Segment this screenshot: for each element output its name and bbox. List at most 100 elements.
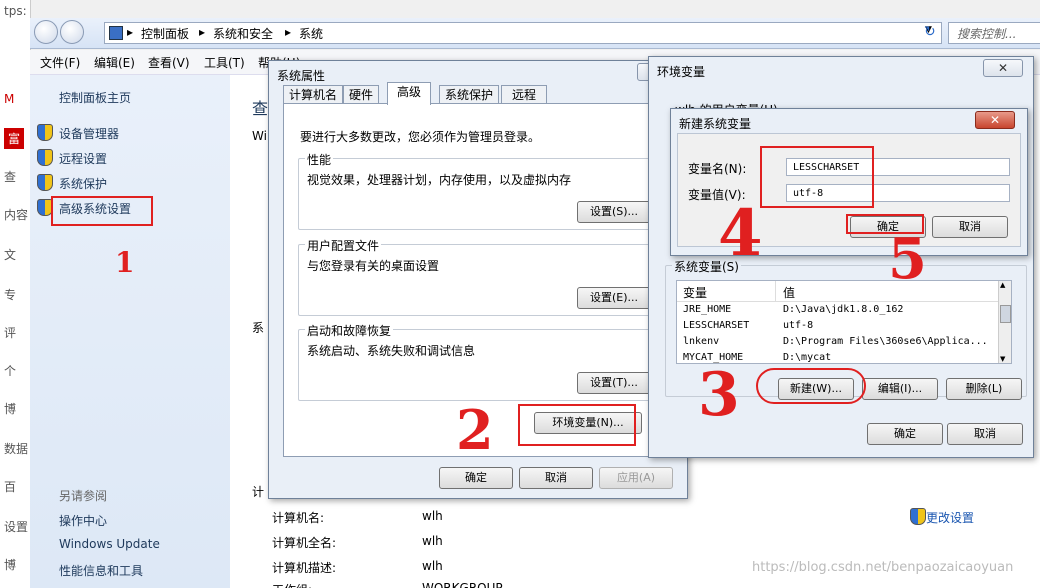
menu-file[interactable]: 文件(F): [40, 54, 80, 71]
variable-value-input[interactable]: utf-8: [786, 184, 1010, 202]
group-desc: 与您登录有关的桌面设置: [307, 259, 440, 273]
system-section-label: 系: [252, 321, 265, 335]
see-also-action-center[interactable]: 操作中心: [59, 512, 107, 529]
tab-computer-name[interactable]: 计算机名: [283, 85, 343, 104]
column-header-variable[interactable]: 变量: [683, 284, 707, 301]
column-header-value[interactable]: 值: [783, 284, 795, 301]
see-also-windows-update[interactable]: Windows Update: [59, 537, 160, 551]
side-label: 博: [4, 402, 17, 416]
watermark: https://blog.csdn.net/benpaozaicaoyuan: [752, 560, 1014, 575]
breadcrumb-control-panel[interactable]: 控制面板: [141, 25, 189, 42]
uac-shield-icon: [37, 174, 53, 191]
side-label: 个: [4, 364, 17, 378]
menu-tools[interactable]: 工具(T): [204, 54, 245, 71]
table-row[interactable]: JRE_HOME D:\Java\jdk1.8.0_162: [677, 303, 999, 318]
variable-name-input[interactable]: LESSCHARSET: [786, 158, 1010, 176]
var-value: D:\Java\jdk1.8.0_162: [783, 304, 904, 315]
performance-settings-button[interactable]: 设置(S)...: [577, 201, 651, 223]
uac-shield-icon: [37, 124, 53, 141]
uac-shield-icon: [910, 508, 926, 525]
computer-name-value: wlh: [422, 509, 443, 523]
search-input[interactable]: 搜索控制...: [948, 22, 1040, 44]
group-title: 启动和故障恢复: [305, 322, 394, 339]
variable-name-label: 变量名(N):: [688, 162, 747, 176]
cancel-button[interactable]: 取消: [519, 467, 593, 489]
page-heading: 查: [252, 99, 269, 118]
tab-remote[interactable]: 远程: [501, 85, 547, 104]
side-label: M: [4, 92, 15, 106]
breadcrumb[interactable]: ▸ 控制面板 ▸ 系统和安全 ▸ 系统 ▼: [104, 22, 942, 44]
var-value: D:\mycat: [783, 352, 832, 363]
dialog-title: 环境变量: [657, 65, 706, 79]
dialog-title: 新建系统变量: [679, 117, 752, 131]
tab-system-protection[interactable]: 系统保护: [439, 85, 499, 104]
dialog-title: 系统属性: [277, 69, 326, 83]
side-label: 评: [4, 326, 17, 340]
tab-hardware[interactable]: 硬件: [343, 85, 379, 104]
var-name: MYCAT_HOME: [683, 352, 744, 363]
delete-variable-button[interactable]: 删除(L): [946, 378, 1022, 400]
back-icon[interactable]: [34, 20, 58, 44]
table-row[interactable]: MYCAT_HOME D:\mycat: [677, 351, 999, 363]
group-title: 系统变量(S): [672, 258, 741, 275]
uac-shield-icon: [37, 149, 53, 166]
edit-variable-button[interactable]: 编辑(I)...: [862, 378, 938, 400]
profiles-settings-button[interactable]: 设置(E)...: [577, 287, 651, 309]
apply-button[interactable]: 应用(A): [599, 467, 673, 489]
search-placeholder: 搜索控制...: [957, 27, 1017, 41]
description-value: wlh: [422, 559, 443, 573]
windows-edition-label: Wi: [252, 129, 267, 143]
cancel-button[interactable]: 取消: [932, 216, 1008, 238]
side-label: 富: [4, 128, 25, 149]
table-row[interactable]: LESSCHARSET utf-8: [677, 319, 999, 334]
scroll-thumb[interactable]: [1000, 305, 1011, 323]
startup-settings-button[interactable]: 设置(T)...: [577, 372, 651, 394]
sidebar-item-advanced[interactable]: 高级系统设置: [59, 200, 131, 217]
close-icon[interactable]: ✕: [983, 59, 1023, 77]
sidebar: 控制面板主页 设备管理器 远程设置 系统保护 高级系统设置 另请参阅 操作中心 …: [30, 75, 230, 588]
close-icon[interactable]: ✕: [975, 111, 1015, 129]
menu-view[interactable]: 查看(V): [148, 54, 190, 71]
ok-button[interactable]: 确定: [439, 467, 513, 489]
new-system-variable-dialog: 新建系统变量 ✕ 变量名(N): LESSCHARSET 变量值(V): utf…: [670, 108, 1028, 256]
computer-name-label: 计算机名:: [272, 511, 325, 525]
group-desc: 系统启动、系统失败和调试信息: [307, 344, 476, 358]
var-value: utf-8: [783, 320, 814, 331]
address-bar: ▸ 控制面板 ▸ 系统和安全 ▸ 系统 ▼ ↻ 搜索控制...: [30, 18, 1040, 49]
system-properties-dialog: 系统属性 ✕ 计算机名 硬件 高级 系统保护 远程 要进行大多数更改，您必须作为…: [268, 60, 688, 499]
side-label: 内容: [4, 208, 29, 222]
uac-shield-icon: [37, 199, 53, 216]
sidebar-item-home[interactable]: 控制面板主页: [59, 89, 131, 106]
breadcrumb-security[interactable]: 系统和安全: [213, 25, 273, 42]
scroll-up-icon[interactable]: ▲: [1000, 281, 1005, 289]
table-row[interactable]: lnkenv D:\Program Files\360se6\Applica..…: [677, 335, 999, 350]
scrollbar[interactable]: ▲ ▼: [998, 281, 1011, 363]
forward-icon[interactable]: [60, 20, 84, 44]
cancel-button[interactable]: 取消: [947, 423, 1023, 445]
url-fragment: tps:: [4, 4, 27, 18]
scroll-down-icon[interactable]: ▼: [1000, 355, 1005, 363]
var-name: lnkenv: [683, 336, 720, 347]
ok-button[interactable]: 确定: [867, 423, 943, 445]
sidebar-item-device-manager[interactable]: 设备管理器: [59, 125, 119, 142]
profiles-group: 用户配置文件 与您登录有关的桌面设置 设置(E)...: [298, 237, 660, 316]
tab-panel: 要进行大多数更改，您必须作为管理员登录。 性能 视觉效果，处理器计划，内存使用，…: [283, 103, 673, 457]
sidebar-item-remote[interactable]: 远程设置: [59, 150, 107, 167]
tab-advanced[interactable]: 高级: [387, 82, 431, 105]
refresh-icon[interactable]: ↻: [924, 24, 936, 40]
performance-group: 性能 视觉效果，处理器计划，内存使用，以及虚拟内存 设置(S)...: [298, 151, 660, 230]
computer-section-label: 计: [252, 485, 265, 499]
group-title: 用户配置文件: [305, 237, 382, 254]
var-name: LESSCHARSET: [683, 320, 750, 331]
sidebar-item-protection[interactable]: 系统保护: [59, 175, 107, 192]
environment-variables-button[interactable]: 环境变量(N)...: [534, 412, 642, 434]
new-variable-button[interactable]: 新建(W)...: [778, 378, 854, 400]
ok-button[interactable]: 确定: [850, 216, 926, 238]
menu-edit[interactable]: 编辑(E): [94, 54, 135, 71]
breadcrumb-system[interactable]: 系统: [299, 25, 323, 42]
see-also-title: 另请参阅: [59, 489, 108, 503]
see-also-performance[interactable]: 性能信息和工具: [59, 562, 143, 579]
change-settings-link[interactable]: 更改设置: [926, 509, 974, 526]
group-title: 性能: [305, 151, 334, 168]
side-label: 设置: [4, 520, 29, 534]
